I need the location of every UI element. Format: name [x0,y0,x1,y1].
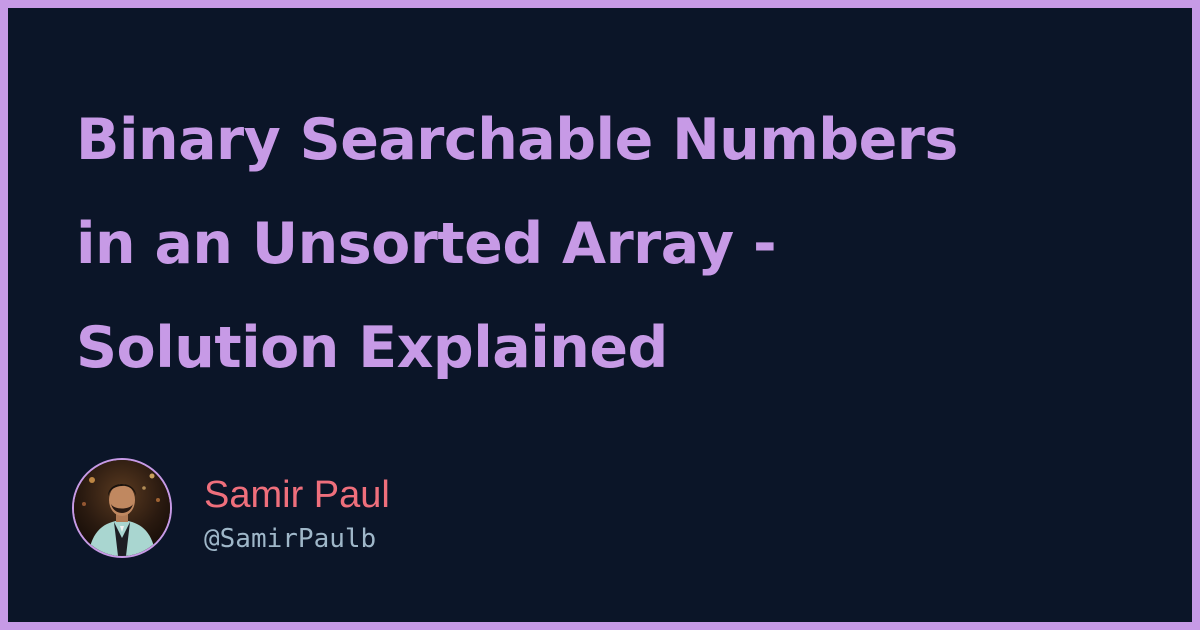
avatar [72,458,172,558]
author-name: Samir Paul [204,474,390,516]
social-card: Binary Searchable Numbers in an Unsorted… [0,0,1200,630]
title-line-1: Binary Searchable Numbers [76,107,958,173]
title-line-3: Solution Explained [76,315,668,381]
article-title: Binary Searchable Numbers in an Unsorted… [76,88,1136,400]
author-photo-icon [74,460,170,556]
title-line-2: in an Unsorted Array - [76,211,777,277]
author-handle: @SamirPaulb [204,524,377,554]
